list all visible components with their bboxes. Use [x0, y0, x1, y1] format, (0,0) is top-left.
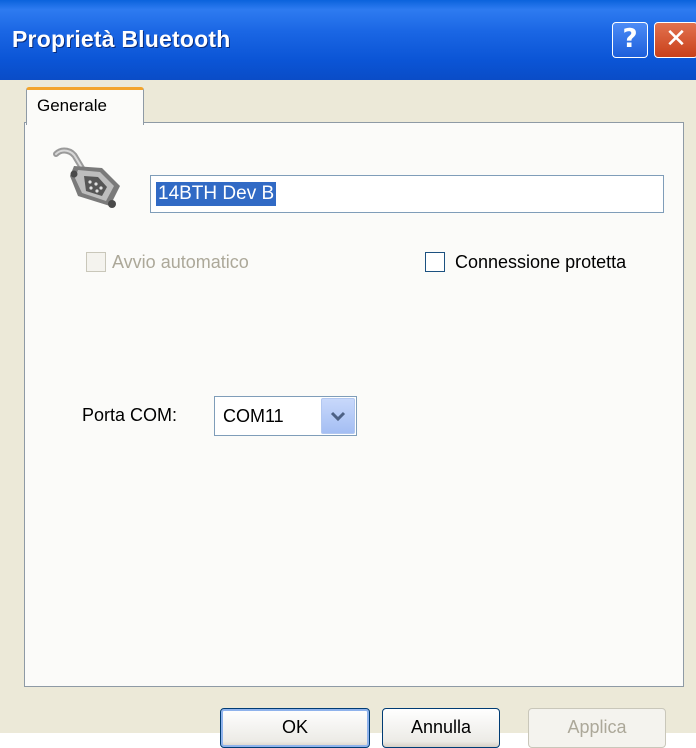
com-port-select[interactable]: COM11 — [214, 396, 357, 436]
serial-port-icon — [53, 147, 120, 208]
ok-button[interactable]: OK — [220, 708, 370, 748]
device-name-input[interactable]: 14BTH Dev B — [150, 175, 664, 213]
com-port-label: Porta COM: — [82, 405, 178, 425]
auto-start-checkbox[interactable] — [86, 252, 106, 272]
help-button[interactable]: ? — [612, 22, 648, 58]
auto-start-label: Avvio automatico — [112, 252, 249, 272]
cancel-button[interactable]: Annulla — [382, 708, 500, 748]
properties-dialog: Proprietà Bluetooth ? ✕ Generale 14BTH D… — [0, 0, 696, 748]
question-mark-icon: ? — [622, 24, 638, 54]
device-name-value: 14BTH Dev B — [156, 182, 277, 206]
secure-connection-checkbox[interactable] — [425, 252, 445, 272]
close-button[interactable]: ✕ — [654, 22, 696, 58]
tab-label: Generale — [37, 96, 107, 115]
title-bar[interactable]: Proprietà Bluetooth ? ✕ — [0, 0, 696, 80]
apply-button[interactable]: Applica — [528, 708, 666, 748]
chevron-down-icon — [330, 411, 346, 422]
window-title: Proprietà Bluetooth — [12, 26, 231, 52]
com-port-value: COM11 — [223, 406, 284, 426]
close-icon: ✕ — [665, 24, 687, 54]
secure-connection-label: Connessione protetta — [455, 252, 627, 272]
dropdown-button[interactable] — [321, 398, 355, 434]
tab-generale[interactable]: Generale — [26, 87, 144, 125]
